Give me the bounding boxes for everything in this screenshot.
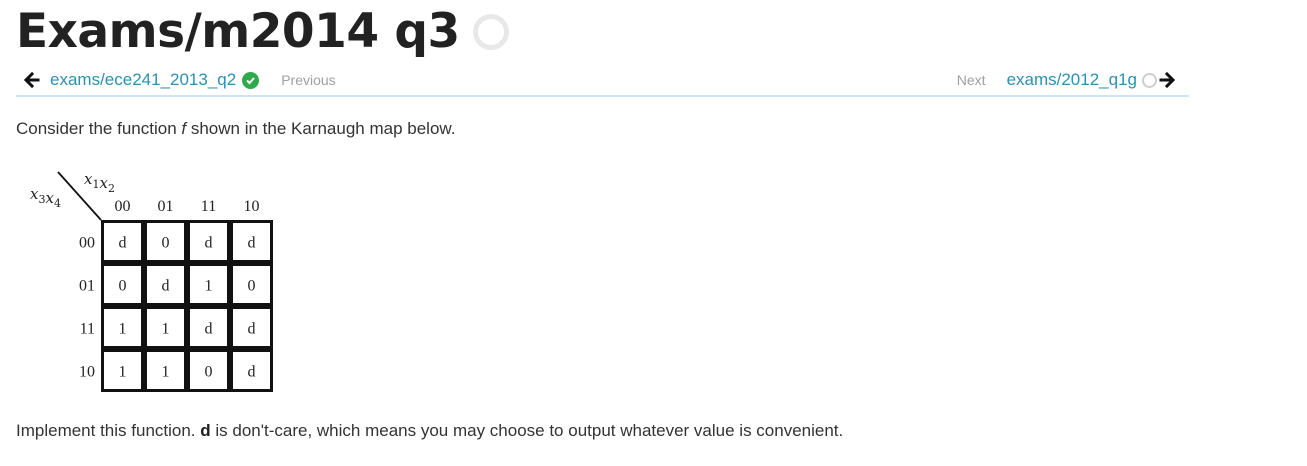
next-problem-link[interactable]: exams/2012_q1g (1007, 70, 1137, 90)
intro-text-before: Consider the function (16, 119, 182, 138)
outro-text-before: Implement this function. (16, 421, 201, 440)
prev-problem-link[interactable]: exams/ece241_2013_q2 (50, 70, 236, 90)
kmap-cell-value: d (248, 364, 256, 381)
kmap-row-header: 01 (79, 278, 95, 295)
status-empty-circle-icon (472, 14, 509, 50)
check-circle-icon (242, 71, 260, 89)
kmap-row-var: x3x4 (30, 185, 61, 210)
kmap-cell-value: d (205, 321, 213, 338)
page-title: Exams/m2014 q3 (16, 4, 460, 59)
kmap-cell-value: 1 (205, 278, 213, 295)
arrow-right-icon[interactable] (1159, 72, 1175, 88)
kmap-cell-value: 1 (162, 364, 170, 381)
kmap-cell-value: d (248, 235, 256, 252)
kmap-cell-value: d (248, 321, 256, 338)
kmap-cell-value: d (162, 278, 170, 295)
kmap-col-header: 11 (201, 198, 216, 215)
previous-hint: Previous (281, 72, 336, 88)
intro-text-after: shown in the Karnaugh map below. (186, 119, 456, 138)
kmap-col-header: 01 (158, 198, 174, 215)
outro-text-after: is don't-care, which means you may choos… (210, 421, 844, 440)
karnaugh-map: x3x4 x1x2 00 01 11 10 00011110 d 0 d d0 d 1 01 1 d d… (30, 170, 273, 392)
title-row: Exams/m2014 q3 (16, 0, 509, 64)
problem-instruction: Implement this function. d is don't-care… (16, 421, 843, 441)
kmap-cell-value: d (205, 235, 213, 252)
kmap-cell-value: 1 (119, 364, 127, 381)
kmap-cell-value: d (119, 235, 127, 252)
problem-intro: Consider the function f shown in the Kar… (16, 119, 455, 139)
kmap-cell-value: 1 (119, 321, 127, 338)
dont-care-symbol: d (200, 421, 211, 440)
nav-next: Next exams/2012_q1g (957, 70, 1175, 90)
next-hint: Next (956, 72, 986, 88)
kmap-cell-value: 0 (162, 235, 170, 252)
prev-next-navbar: exams/ece241_2013_q2 Previous Next exams… (16, 66, 1189, 97)
kmap-cell-value: 0 (248, 278, 256, 295)
kmap-row-header: 10 (79, 364, 95, 381)
kmap-cell-value: 0 (119, 278, 127, 295)
kmap-col-header: 00 (115, 198, 131, 215)
nav-prev: exams/ece241_2013_q2 Previous (24, 70, 336, 90)
kmap-cell-value: 0 (205, 364, 213, 381)
empty-circle-icon (1142, 72, 1157, 88)
kmap-row-header: 11 (80, 321, 95, 338)
kmap-cell-value: 1 (162, 321, 170, 338)
kmap-col-var: x1x2 (84, 170, 115, 195)
kmap-col-header: 10 (244, 198, 260, 215)
kmap-row-header: 00 (79, 235, 95, 252)
arrow-left-icon[interactable] (24, 72, 40, 88)
